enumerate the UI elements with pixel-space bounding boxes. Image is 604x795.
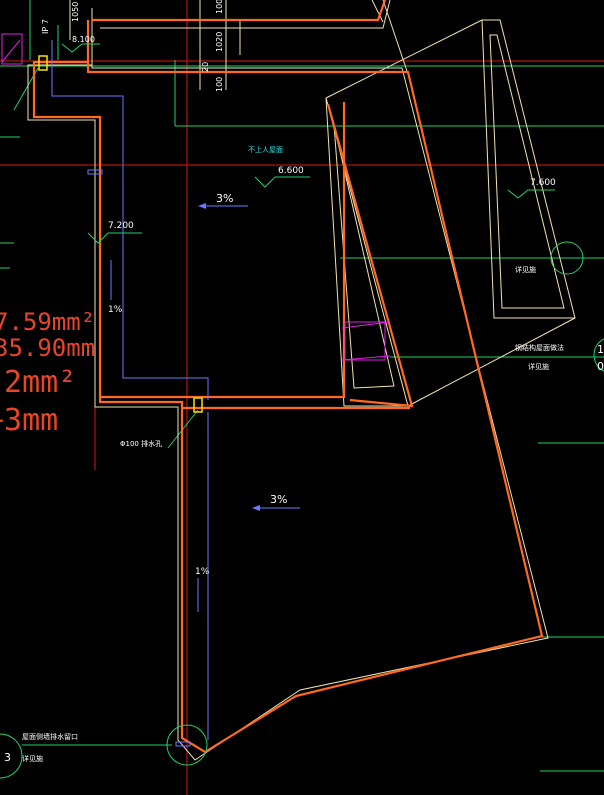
- edge-char-bottom-left-3: 3: [4, 751, 11, 764]
- edge-char-right-0: 0: [597, 360, 604, 373]
- slope-upper-3: 3%: [216, 192, 233, 205]
- dim-20: 20: [201, 62, 210, 72]
- level-6600: 6.600: [278, 166, 304, 176]
- left-edge-vertical-label: IP 7: [41, 19, 50, 34]
- slope-lower-1: 1%: [195, 567, 210, 577]
- pale-outline-geometry: [27, 0, 576, 761]
- area-readout-3: -2mm²: [0, 365, 76, 400]
- level-marker-7200: [87, 232, 142, 244]
- green-grid-lines: [0, 0, 604, 772]
- dim-100-top: 100: [215, 0, 224, 14]
- note-right-2: 钢结构屋面做法: [515, 343, 564, 352]
- inner-wall-top: [100, 0, 391, 29]
- note-drain-pipe: Φ100 排水孔: [120, 439, 162, 448]
- dimension-texts: 1050 100 1020 20 100 8.100: [71, 0, 224, 92]
- note-right-3: 详见施: [528, 362, 549, 371]
- dim-100-bottom: 100: [215, 77, 224, 92]
- note-bottom-1: 屋面侧墙排水留口: [22, 732, 78, 741]
- slope-lower-3: 3%: [270, 493, 287, 506]
- dim-1050: 1050: [71, 2, 80, 22]
- roof-label: 不上人屋面: [248, 145, 283, 154]
- area-readout-1: 7.59mm²: [0, 308, 95, 336]
- cad-drawing-canvas: 1050 100 1020 20 100 8.100 IP 7 不上人屋面 6.…: [0, 0, 604, 795]
- blue-slope-arrowheads: [87, 169, 260, 747]
- outer-roof-outline: [27, 8, 549, 761]
- edge-characters: 1 0 3: [4, 343, 604, 764]
- magenta-left-line: [1, 39, 21, 63]
- level-marker-6600: [254, 176, 310, 188]
- area-readout-4: +3mm: [0, 403, 58, 438]
- level-marker-7600: [507, 189, 555, 199]
- dim-1020: 1020: [215, 32, 224, 52]
- orange-wall-main: [32, 20, 544, 754]
- edge-char-right-1: 1: [597, 343, 604, 356]
- level-marker-8100: [61, 43, 100, 53]
- note-right-1: 详见施: [515, 265, 536, 274]
- area-readout-2: 35.90mm: [0, 334, 95, 362]
- orange-triangle-wall: [326, 103, 414, 408]
- level-markers: [61, 43, 555, 244]
- dim-8100: 8.100: [72, 35, 95, 44]
- projection-line-top: [325, 19, 483, 99]
- note-bottom-2: 详见施: [22, 754, 43, 763]
- area-readouts: 7.59mm² 35.90mm -2mm² +3mm: [0, 308, 95, 438]
- arrowhead-upper: [198, 203, 206, 209]
- magenta-line-2: [341, 355, 391, 361]
- drain-outlet-mid: [193, 397, 203, 413]
- slope-upper-1: 1%: [108, 305, 123, 315]
- orange-wall-lower-room: [100, 102, 346, 399]
- left-edge-label-group: IP 7: [41, 19, 50, 34]
- slope-values: 3% 3% 1% 1%: [108, 192, 287, 577]
- orange-wall-top: [92, 0, 387, 22]
- annotation-notes: Φ100 排水孔 详见施 钢结构屋面做法 详见施 屋面侧墙排水留口 详见施: [22, 265, 564, 763]
- blue-drain-pipes: [51, 40, 300, 740]
- level-7600: 7.600: [530, 178, 556, 188]
- level-7200: 7.200: [108, 221, 134, 231]
- projection-line-bottom: [407, 317, 576, 407]
- arrowhead-lower: [252, 505, 260, 511]
